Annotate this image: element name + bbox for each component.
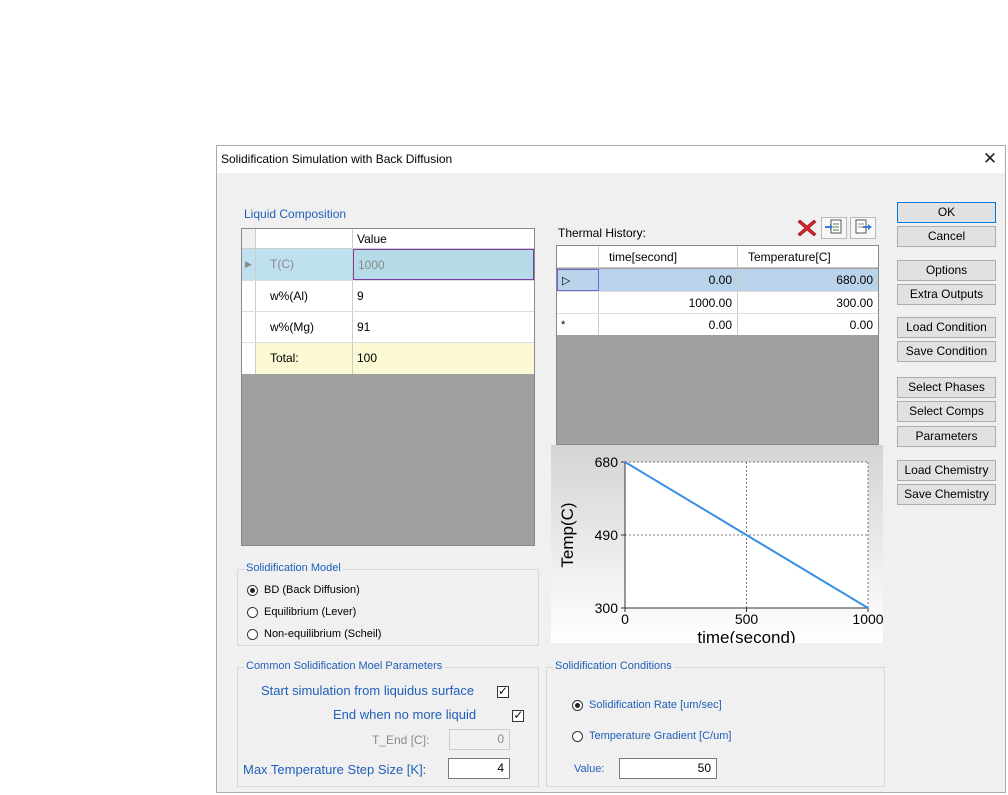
select-comps-button[interactable]: Select Comps (897, 401, 996, 422)
load-condition-button[interactable]: Load Condition (897, 317, 996, 338)
row-name: w%(Mg) (256, 312, 353, 343)
start-liquidus-label: Start simulation from liquidus surface (261, 683, 475, 698)
time-cell[interactable]: 0.00 (599, 314, 738, 335)
grid-header: Value (242, 229, 534, 249)
ok-button[interactable]: OK (897, 202, 996, 223)
condition-value-label: Value: (574, 763, 605, 775)
x-axis-label: time(second) (697, 628, 795, 643)
new-row-marker: * (557, 314, 599, 335)
radio-icon[interactable] (247, 628, 258, 640)
end-no-liquid-label: End when no more liquid (333, 707, 477, 722)
title-bar: Solidification Simulation with Back Diff… (217, 146, 1005, 173)
x-tick-label: 0 (621, 611, 629, 627)
table-row[interactable]: w%(Al) 9 (242, 280, 534, 312)
grid-header: time[second] Temperature[C] (557, 246, 878, 268)
thermal-history-label: Thermal History: (558, 226, 647, 240)
liquid-composition-label: Liquid Composition (244, 207, 347, 221)
row-value-cell: 100 (357, 351, 378, 365)
solidification-model-group: Solidification Model BD (Back Diffusion)… (237, 562, 539, 646)
row-value-cell[interactable]: 1000 (353, 249, 534, 280)
x-tick-label: 1000 (852, 611, 883, 627)
dialog-window: Solidification Simulation with Back Diff… (216, 145, 1006, 793)
start-liquidus-checkbox[interactable] (497, 684, 509, 698)
row-value-cell[interactable]: 9 (353, 281, 534, 312)
temperature-chart-svg: 0 500 1000 680 490 300 time(second) Temp(C) (558, 454, 884, 647)
y-tick-label: 680 (595, 454, 619, 470)
y-tick-label: 490 (595, 527, 619, 543)
row-name: T(C) (256, 249, 353, 280)
time-cell[interactable]: 1000.00 (599, 292, 738, 313)
row-name: w%(Al) (256, 281, 353, 312)
parameters-button[interactable]: Parameters (897, 426, 996, 447)
temperature-cell[interactable]: 680.00 (738, 269, 878, 291)
condition-value-field[interactable]: 50 (619, 758, 717, 779)
delete-icon[interactable] (794, 217, 820, 239)
max-temp-step-label: Max Temperature Step Size [K]: (243, 762, 427, 777)
radio-selected-icon[interactable] (572, 699, 583, 711)
table-row[interactable]: 1000.00 300.00 (557, 291, 878, 313)
model-option-bd[interactable]: BD (Back Diffusion) (247, 584, 360, 596)
save-condition-button[interactable]: Save Condition (897, 341, 996, 362)
solidification-model-label: Solidification Model (244, 562, 343, 574)
liquid-composition-grid: Value ▶ T(C) 1000 w%(Al) 9 w%(Mg) 91 Tot… (241, 228, 535, 546)
temperature-chart: 0 500 1000 680 490 300 time(second) Temp(C) (551, 445, 884, 647)
y-tick-label: 300 (595, 600, 619, 616)
table-row[interactable]: ▶ T(C) 1000 (242, 249, 534, 280)
t-end-field: 0 (449, 729, 510, 750)
table-row-total: Total: 100 (242, 342, 534, 374)
time-cell[interactable]: 0.00 (599, 269, 738, 291)
max-temp-step-field[interactable]: 4 (448, 758, 510, 779)
row-value-cell[interactable]: 91 (353, 312, 534, 343)
radio-icon[interactable] (247, 606, 258, 618)
column-header-time: time[second] (599, 246, 738, 267)
save-chemistry-button[interactable]: Save Chemistry (897, 484, 996, 505)
export-icon[interactable] (850, 217, 876, 239)
temperature-cell[interactable]: 0.00 (738, 314, 878, 335)
end-no-liquid-checkbox[interactable] (512, 708, 525, 722)
extra-outputs-button[interactable]: Extra Outputs (897, 284, 996, 305)
x-tick-label: 500 (735, 611, 759, 627)
cancel-button[interactable]: Cancel (897, 226, 996, 247)
row-marker-icon: ▷ (557, 269, 599, 291)
radio-selected-icon[interactable] (247, 584, 258, 596)
load-chemistry-button[interactable]: Load Chemistry (897, 460, 996, 481)
row-indicator-icon: ▶ (242, 249, 256, 280)
table-row-new[interactable]: * 0.00 0.00 (557, 313, 878, 335)
table-row[interactable]: ▷ 0.00 680.00 (557, 269, 878, 291)
condition-option-gradient[interactable]: Temperature Gradient [C/um] (572, 730, 731, 742)
row-name: Total: (256, 343, 353, 374)
condition-option-rate[interactable]: Solidification Rate [um/sec] (572, 699, 722, 711)
table-row[interactable]: w%(Mg) 91 (242, 311, 534, 343)
radio-icon[interactable] (572, 730, 583, 742)
select-phases-button[interactable]: Select Phases (897, 377, 996, 398)
t-end-label: T_End [C]: (372, 733, 430, 747)
temperature-cell[interactable]: 300.00 (738, 292, 878, 313)
column-header-temperature: Temperature[C] (748, 250, 831, 264)
y-axis-label: Temp(C) (558, 502, 577, 567)
close-icon[interactable]: ✕ (977, 147, 1003, 171)
common-parameters-label: Common Solidification Moel Parameters (244, 660, 445, 672)
options-button[interactable]: Options (897, 260, 996, 281)
import-icon[interactable] (821, 217, 847, 239)
window-title: Solidification Simulation with Back Diff… (221, 152, 453, 166)
solidification-conditions-label: Solidification Conditions (553, 660, 674, 672)
model-option-scheil[interactable]: Non-equilibrium (Scheil) (247, 628, 381, 640)
column-header-value: Value (357, 232, 387, 246)
model-option-lever[interactable]: Equilibrium (Lever) (247, 606, 356, 618)
thermal-history-grid: time[second] Temperature[C] ▷ 0.00 680.0… (556, 245, 879, 445)
